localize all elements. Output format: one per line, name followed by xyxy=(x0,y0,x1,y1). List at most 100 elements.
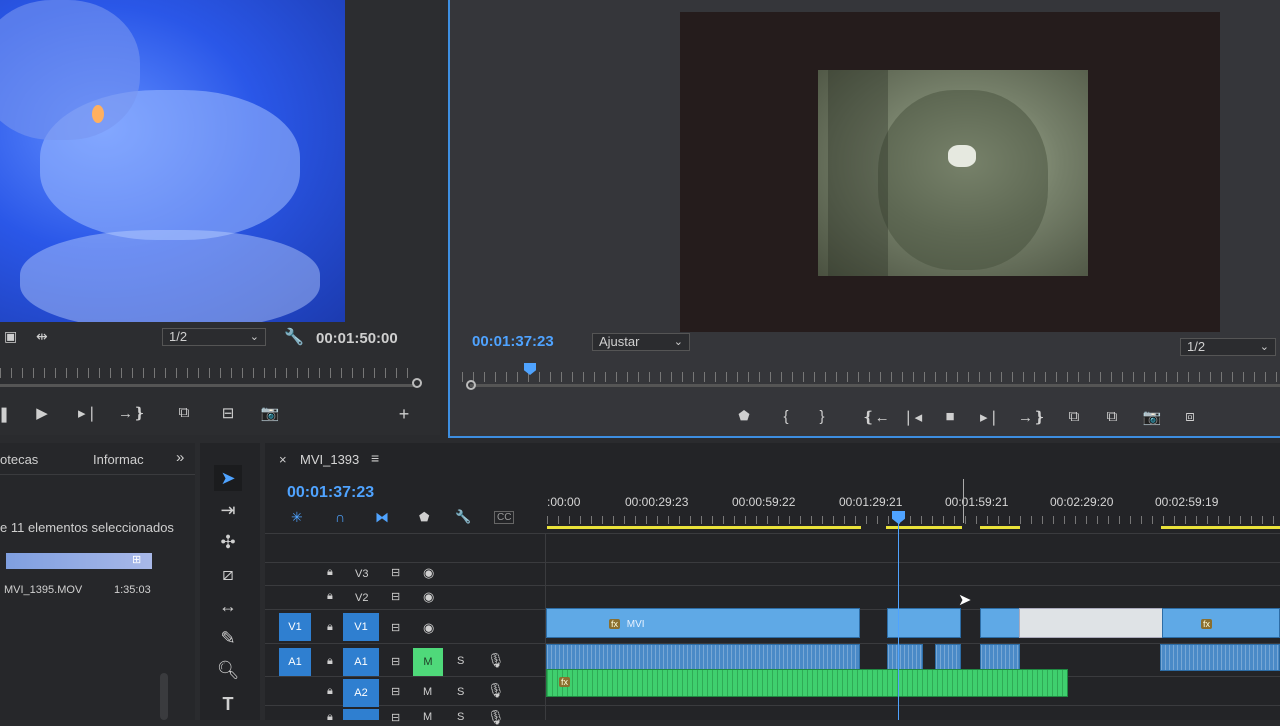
step-back-icon[interactable]: ❘◂ xyxy=(902,408,922,426)
zoom-tool-icon[interactable]: 🔍︎ xyxy=(214,657,242,683)
sync-lock-icon[interactable]: ⊟ xyxy=(391,566,400,579)
go-to-out-icon[interactable]: →❵ xyxy=(118,404,146,422)
eye-icon[interactable]: ◉ xyxy=(423,620,434,636)
source-patch-a1[interactable]: A1 xyxy=(279,648,311,676)
close-sequence-icon[interactable]: × xyxy=(279,452,287,467)
source-ruler[interactable] xyxy=(0,368,410,378)
lock-icon[interactable]: 🔒︎ xyxy=(327,711,333,724)
solo-button-a2[interactable]: S xyxy=(457,686,464,698)
mic-icon[interactable]: 🎙︎ xyxy=(487,709,505,726)
track-target-a2[interactable]: A2 xyxy=(343,679,379,707)
stop-icon[interactable]: ■ xyxy=(940,408,960,425)
linked-selection-icon[interactable]: ⧓ xyxy=(375,509,389,526)
work-area-bar[interactable] xyxy=(980,526,1020,529)
sync-lock-icon[interactable]: ⊟ xyxy=(391,711,400,724)
lift-icon[interactable]: ⧉ xyxy=(1064,408,1084,425)
go-to-in-icon[interactable]: ❴← xyxy=(862,408,890,426)
camera-icon[interactable]: 📷 xyxy=(1142,408,1162,426)
mute-button-a3[interactable]: M xyxy=(423,711,432,723)
camera-icon[interactable]: 📷 xyxy=(260,404,280,422)
eye-icon[interactable]: ◉ xyxy=(423,565,434,581)
insert-icon[interactable]: ⧉ xyxy=(174,404,194,421)
export-frame-icon[interactable]: ▣ xyxy=(4,328,17,345)
comparison-view-icon[interactable]: ⧈ xyxy=(1180,408,1200,425)
work-area-bar[interactable] xyxy=(547,526,861,529)
captions-icon[interactable]: CC xyxy=(494,511,515,524)
sync-lock-icon[interactable]: ⊟ xyxy=(391,590,400,603)
overwrite-icon[interactable]: ⊟ xyxy=(218,404,238,422)
mic-icon[interactable]: 🎙︎ xyxy=(487,652,505,669)
add-button-icon[interactable]: + xyxy=(394,404,414,425)
snap-icon[interactable]: ✳ xyxy=(291,509,303,526)
slip-tool-icon[interactable]: ↔ xyxy=(214,593,242,619)
track-target-a3[interactable] xyxy=(343,709,379,720)
ripple-edit-tool-icon[interactable]: ✣ xyxy=(214,529,242,555)
solo-button-a1[interactable]: S xyxy=(457,655,464,667)
video-clip[interactable] xyxy=(980,608,1020,638)
audio-clip[interactable] xyxy=(980,644,1020,671)
lock-icon[interactable]: 🔒︎ xyxy=(327,621,333,634)
panel-overflow-icon[interactable]: » xyxy=(176,449,184,466)
tab-libraries[interactable]: otecas xyxy=(0,452,38,467)
program-timecode[interactable]: 00:01:37:23 xyxy=(472,333,554,350)
sequence-menu-icon[interactable]: ≡ xyxy=(371,450,379,466)
clip-name[interactable]: MVI_1395.MOV xyxy=(4,584,82,596)
program-resolution-dropdown[interactable]: 1/2 ⌄ xyxy=(1180,338,1276,356)
mute-button-a2[interactable]: M xyxy=(423,686,432,698)
audio-clip-green[interactable]: fx xyxy=(546,669,1068,697)
lock-icon[interactable]: 🔒︎ xyxy=(327,685,333,698)
razor-tool-icon[interactable]: ⧄ xyxy=(214,561,242,587)
type-tool-icon[interactable]: T xyxy=(214,691,242,717)
mark-in-icon[interactable]: { xyxy=(776,408,796,425)
project-scrollbar[interactable] xyxy=(160,673,168,720)
program-ruler[interactable] xyxy=(462,372,1280,382)
track-select-tool-icon[interactable]: ⇥ xyxy=(214,497,242,523)
add-marker-icon[interactable]: ⬟ xyxy=(419,510,429,524)
track-target-a1[interactable]: A1 xyxy=(343,648,379,676)
source-resolution-dropdown[interactable]: 1/2 ⌄ xyxy=(162,328,266,346)
audio-clip[interactable] xyxy=(546,644,860,671)
lock-icon[interactable]: 🔒︎ xyxy=(327,655,333,668)
add-marker-icon[interactable]: ⬟ xyxy=(734,408,754,424)
video-clip[interactable]: fx MVI xyxy=(546,608,860,638)
mic-icon[interactable]: 🎙︎ xyxy=(487,682,505,699)
program-scrub-start[interactable] xyxy=(466,380,476,390)
play-icon[interactable]: ▶ xyxy=(32,404,52,422)
track-target-v1[interactable]: V1 xyxy=(343,613,379,641)
video-clip[interactable]: fx xyxy=(1162,608,1280,638)
extract-icon[interactable]: ⧉ xyxy=(1102,408,1122,425)
pen-tool-icon[interactable]: ✎ xyxy=(214,625,242,651)
audio-clip[interactable] xyxy=(1160,644,1280,671)
timeline-timecode[interactable]: 00:01:37:23 xyxy=(287,484,374,502)
video-clip-selected[interactable] xyxy=(1019,608,1164,638)
eye-icon[interactable]: ◉ xyxy=(423,589,434,605)
timeline-playhead-line[interactable] xyxy=(898,523,899,720)
clip-thumbnail[interactable] xyxy=(6,553,152,569)
settings-wrench-icon[interactable]: 🔧 xyxy=(455,509,471,525)
step-forward-icon[interactable]: ▸❘ xyxy=(980,408,1000,426)
lock-icon[interactable]: 🔒︎ xyxy=(327,590,333,603)
mute-button-a1[interactable]: M xyxy=(413,648,443,676)
markers-icon[interactable]: ⇹ xyxy=(36,328,48,345)
fit-dropdown[interactable]: Ajustar ⌄ xyxy=(592,333,690,351)
go-to-out-icon[interactable]: →❵ xyxy=(1018,408,1046,426)
tab-info[interactable]: Informac xyxy=(93,452,144,467)
solo-button-a3[interactable]: S xyxy=(457,711,464,723)
step-forward-icon[interactable]: ▸❘ xyxy=(78,404,98,422)
program-scrub-bar[interactable] xyxy=(470,384,1280,387)
timeline-ruler[interactable] xyxy=(547,516,1280,524)
audio-clip[interactable] xyxy=(935,644,961,671)
source-patch-v1[interactable]: V1 xyxy=(279,613,311,641)
sync-lock-icon[interactable]: ⊟ xyxy=(391,621,400,634)
work-area-bar[interactable] xyxy=(1161,526,1280,529)
sequence-tab[interactable]: MVI_1393 xyxy=(300,452,359,467)
sync-lock-icon[interactable]: ⊟ xyxy=(391,685,400,698)
selection-tool-icon[interactable]: ➤ xyxy=(214,465,242,491)
wrench-icon[interactable]: 🔧 xyxy=(284,327,304,347)
step-back-icon[interactable]: ❚ xyxy=(0,405,14,423)
lock-icon[interactable]: 🔒︎ xyxy=(327,566,333,579)
mark-out-icon[interactable]: } xyxy=(812,408,832,425)
source-scrub-bar[interactable] xyxy=(0,384,415,387)
magnet-icon[interactable]: ∩ xyxy=(335,509,345,525)
sync-lock-icon[interactable]: ⊟ xyxy=(391,655,400,668)
